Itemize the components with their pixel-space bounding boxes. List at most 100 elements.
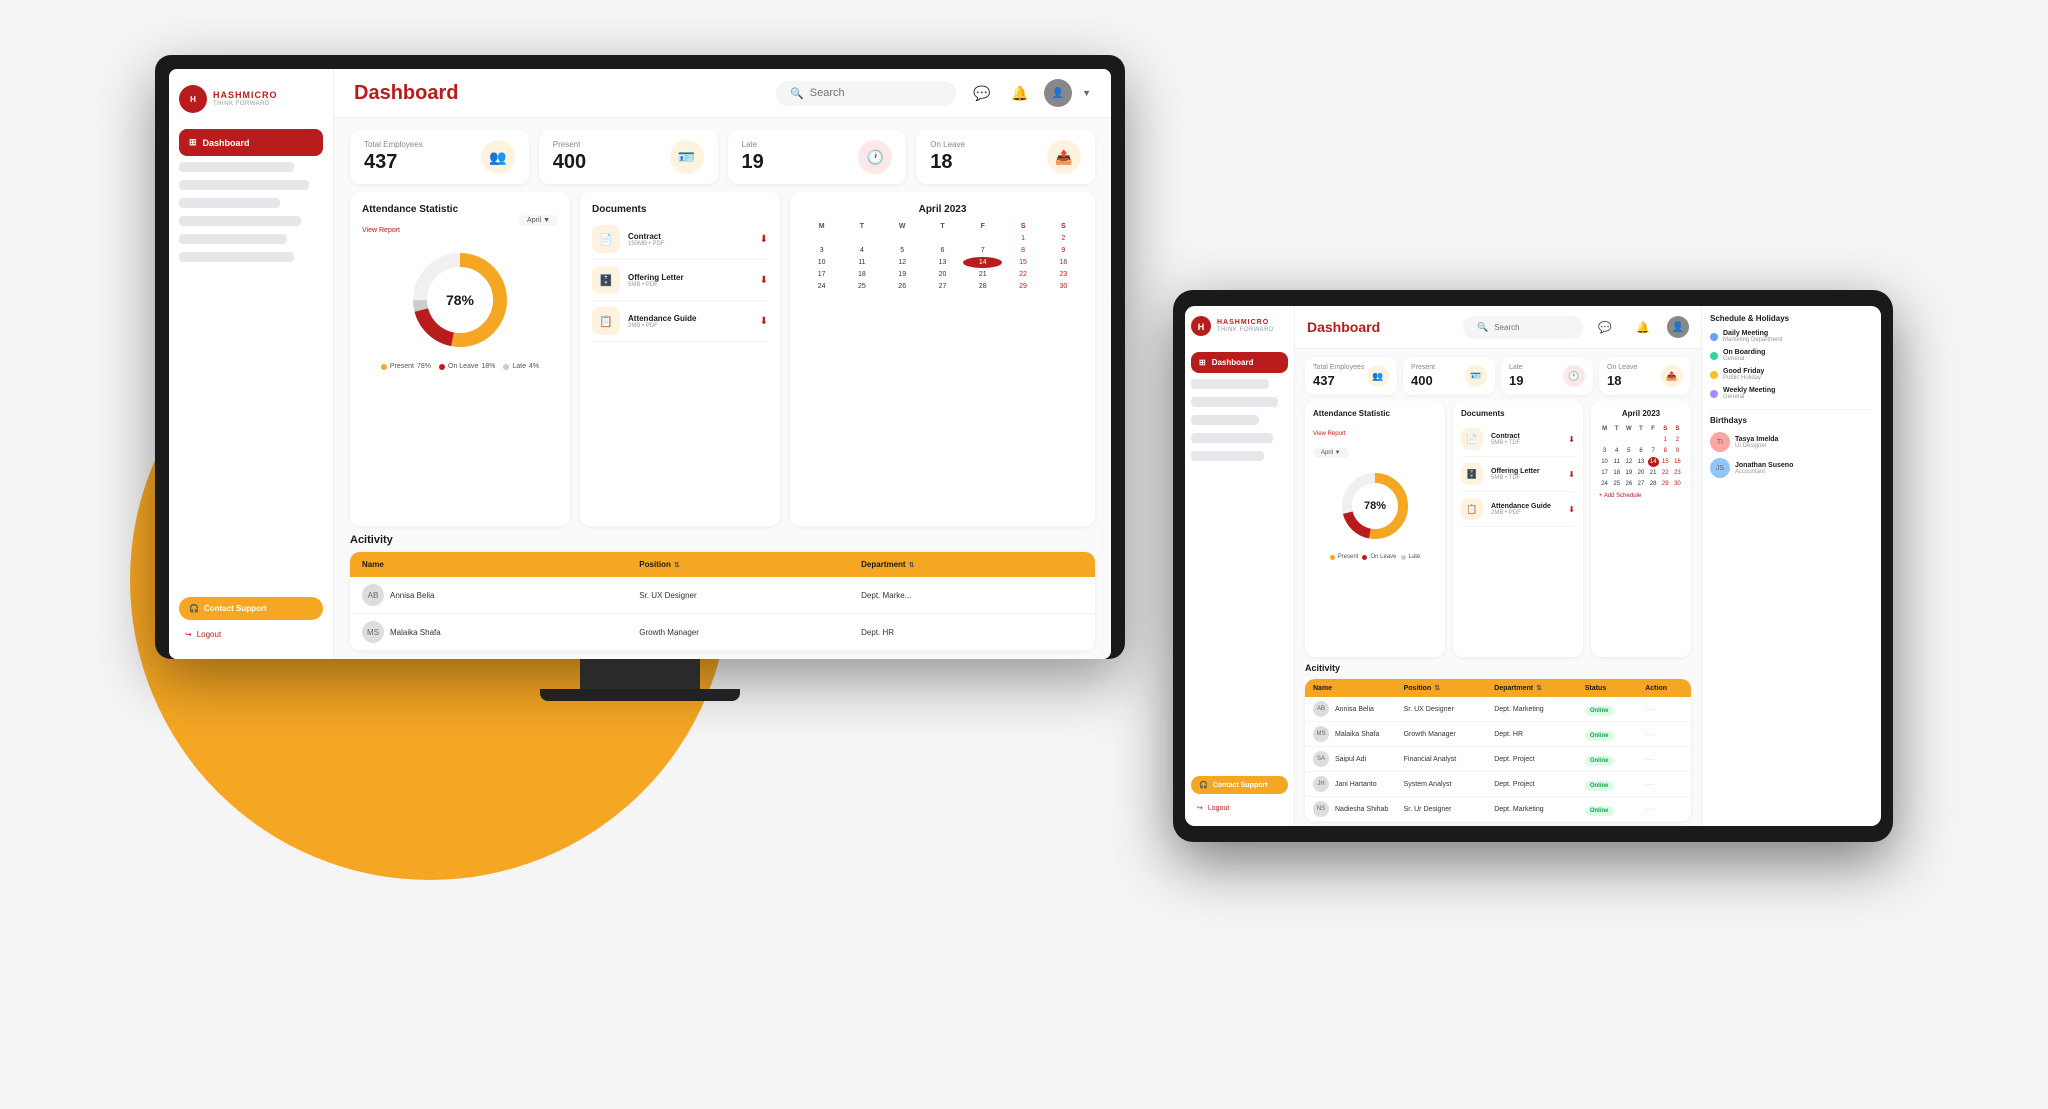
tablet-cal-12[interactable]: 12 — [1623, 457, 1634, 467]
cal-day-26[interactable]: 26 — [883, 281, 922, 292]
cal-day-29[interactable]: 29 — [1003, 281, 1042, 292]
tablet-doc-download-guide[interactable]: ⬇ — [1568, 505, 1575, 514]
cal-day-20[interactable]: 20 — [923, 269, 962, 280]
contact-support-button[interactable]: 🎧 Contact Support — [179, 597, 323, 620]
cal-day-9[interactable]: 9 — [1044, 245, 1083, 256]
tablet-late-icon: 🕐 — [1563, 365, 1585, 387]
tablet-search-bar[interactable]: 🔍 — [1463, 316, 1583, 339]
tablet-cal-4[interactable]: 4 — [1611, 446, 1622, 456]
logout-button[interactable]: ↪ Logout — [179, 626, 323, 643]
tablet-cal-27[interactable]: 27 — [1635, 479, 1646, 489]
th-position[interactable]: Position ⇅ — [639, 560, 861, 569]
tablet-logout-button[interactable]: ↪ Logout — [1191, 800, 1288, 816]
cal-day-11[interactable]: 11 — [842, 257, 881, 268]
th-department[interactable]: Department ⇅ — [861, 560, 1083, 569]
tablet-table-row-3: SA Saipul Adi Financial Analyst Dept. Pr… — [1305, 747, 1691, 772]
tablet-cal-22[interactable]: 22 — [1660, 468, 1671, 478]
tablet-notification-icon-button[interactable]: 🔔 — [1629, 313, 1657, 341]
cal-day-19[interactable]: 19 — [883, 269, 922, 280]
tablet-cal-7[interactable]: 7 — [1648, 446, 1659, 456]
doc-download-contract[interactable]: ⬇ — [760, 234, 768, 245]
tablet-cal-25[interactable]: 25 — [1611, 479, 1622, 489]
tablet-cal-3[interactable]: 3 — [1599, 446, 1610, 456]
cal-day-5[interactable]: 5 — [883, 245, 922, 256]
tablet-avatar[interactable]: 👤 — [1667, 316, 1689, 338]
tablet-cal-11[interactable]: 11 — [1611, 457, 1622, 467]
tablet-cal-19[interactable]: 19 — [1623, 468, 1634, 478]
cal-day-10[interactable]: 10 — [802, 257, 841, 268]
notification-icon-button[interactable]: 🔔 — [1006, 79, 1034, 107]
contact-support-label: Contact Support — [204, 604, 267, 613]
tablet-td-action-3[interactable]: ⋯ — [1645, 755, 1683, 764]
view-report-link[interactable]: View Report — [362, 227, 400, 234]
tablet-chat-icon-button[interactable]: 💬 — [1591, 313, 1619, 341]
tablet-cal-18[interactable]: 18 — [1611, 468, 1622, 478]
tablet-cal-2[interactable]: 2 — [1672, 435, 1683, 445]
cal-day-6[interactable]: 6 — [923, 245, 962, 256]
cal-day-16[interactable]: 16 — [1044, 257, 1083, 268]
search-bar[interactable]: 🔍 — [776, 81, 956, 106]
tablet-cal-23[interactable]: 23 — [1672, 468, 1683, 478]
tablet-th-position[interactable]: Position ⇅ — [1404, 684, 1495, 692]
sidebar-item-dashboard[interactable]: ⊞ Dashboard — [179, 129, 323, 156]
tablet-td-action-4[interactable]: ⋯ — [1645, 780, 1683, 789]
tablet-cal-17[interactable]: 17 — [1599, 468, 1610, 478]
add-schedule-link[interactable]: + Add Schedule — [1599, 493, 1683, 499]
cal-day-12[interactable]: 12 — [883, 257, 922, 268]
cal-day-17[interactable]: 17 — [802, 269, 841, 280]
cal-day-28[interactable]: 28 — [963, 281, 1002, 292]
tablet-cal-21[interactable]: 21 — [1648, 468, 1659, 478]
cal-day-24[interactable]: 24 — [802, 281, 841, 292]
cal-day-21[interactable]: 21 — [963, 269, 1002, 280]
tablet-cal-30[interactable]: 30 — [1672, 479, 1683, 489]
tablet-month-filter[interactable]: April ▼ — [1313, 448, 1349, 458]
tablet-doc-download-contract[interactable]: ⬇ — [1568, 435, 1575, 444]
tablet-cal-16[interactable]: 16 — [1672, 457, 1683, 467]
tablet-td-action-5[interactable]: ⋯ — [1645, 805, 1683, 814]
doc-download-guide[interactable]: ⬇ — [760, 316, 768, 327]
tablet-cal-8[interactable]: 8 — [1660, 446, 1671, 456]
cal-day-7[interactable]: 7 — [963, 245, 1002, 256]
tablet-cal-14[interactable]: 14 — [1648, 457, 1659, 467]
cal-day-18[interactable]: 18 — [842, 269, 881, 280]
tablet-cal-24[interactable]: 24 — [1599, 479, 1610, 489]
cal-day-30[interactable]: 30 — [1044, 281, 1083, 292]
tablet-contact-support-button[interactable]: 🎧 Contact Support — [1191, 776, 1288, 794]
cal-day-25[interactable]: 25 — [842, 281, 881, 292]
cal-day-13[interactable]: 13 — [923, 257, 962, 268]
tablet-cal-13[interactable]: 13 — [1635, 457, 1646, 467]
tablet-view-report-link[interactable]: View Report — [1313, 431, 1346, 437]
avatar[interactable]: 👤 — [1044, 79, 1072, 107]
tablet-cal-1[interactable]: 1 — [1660, 435, 1671, 445]
tablet-sidebar-item-dashboard[interactable]: ⊞ Dashboard — [1191, 352, 1288, 373]
tablet-td-action-2[interactable]: ⋯ — [1645, 730, 1683, 739]
chat-icon-button[interactable]: 💬 — [968, 79, 996, 107]
tablet-cal-20[interactable]: 20 — [1635, 468, 1646, 478]
tablet-cal-26[interactable]: 26 — [1623, 479, 1634, 489]
search-input[interactable] — [810, 87, 942, 99]
cal-day-27[interactable]: 27 — [923, 281, 962, 292]
tablet-cal-5[interactable]: 5 — [1623, 446, 1634, 456]
cal-day-8[interactable]: 8 — [1003, 245, 1042, 256]
stat-label-onleave: On Leave — [930, 140, 965, 149]
cal-day-4[interactable]: 4 — [842, 245, 881, 256]
tablet-cal-29[interactable]: 29 — [1660, 479, 1671, 489]
tablet-td-action-1[interactable]: ⋯ — [1645, 705, 1683, 714]
cal-day-2[interactable]: 2 — [1044, 233, 1083, 244]
cal-day-22[interactable]: 22 — [1003, 269, 1042, 280]
tablet-doc-download-offering[interactable]: ⬇ — [1568, 470, 1575, 479]
tablet-cal-9[interactable]: 9 — [1672, 446, 1683, 456]
cal-day-1[interactable]: 1 — [1003, 233, 1042, 244]
cal-day-23[interactable]: 23 — [1044, 269, 1083, 280]
tablet-cal-6[interactable]: 6 — [1635, 446, 1646, 456]
tablet-cal-28[interactable]: 28 — [1648, 479, 1659, 489]
tablet-th-department[interactable]: Department ⇅ — [1494, 684, 1585, 692]
cal-day-14[interactable]: 14 — [963, 257, 1002, 268]
month-filter[interactable]: April ▼ — [519, 215, 558, 226]
tablet-search-input[interactable] — [1494, 323, 1569, 332]
cal-day-15[interactable]: 15 — [1003, 257, 1042, 268]
tablet-cal-15[interactable]: 15 — [1660, 457, 1671, 467]
tablet-cal-10[interactable]: 10 — [1599, 457, 1610, 467]
doc-download-offering[interactable]: ⬇ — [760, 275, 768, 286]
cal-day-3[interactable]: 3 — [802, 245, 841, 256]
